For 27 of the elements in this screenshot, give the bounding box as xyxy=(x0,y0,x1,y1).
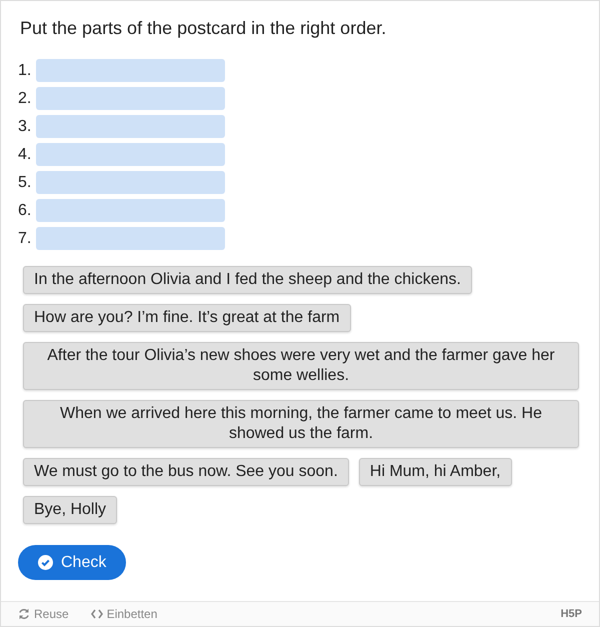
item-number: 4. xyxy=(18,146,32,164)
draggable-text[interactable]: How are you? I’m fine. It’s great at the farm xyxy=(23,304,351,332)
item-number: 7. xyxy=(18,230,32,248)
draggable-text[interactable]: Hi Mum, hi Amber, xyxy=(358,458,512,486)
item-number: 5. xyxy=(18,174,32,192)
draggable-text[interactable]: In the afternoon Olivia and I fed the sheep and the chickens. xyxy=(23,266,472,294)
code-icon xyxy=(90,609,103,619)
drop-zone[interactable] xyxy=(36,59,225,82)
item-number: 2. xyxy=(18,90,32,108)
refresh-icon xyxy=(18,608,30,620)
item-number: 3. xyxy=(18,118,32,136)
draggable-text[interactable]: We must go to the bus now. See you soon. xyxy=(23,458,349,486)
drop-zone[interactable] xyxy=(36,115,225,138)
check-button[interactable]: Check xyxy=(18,545,126,580)
draggable-text[interactable]: Bye, Holly xyxy=(23,496,118,524)
drop-zone[interactable] xyxy=(36,87,225,110)
h5p-logo[interactable]: H5P xyxy=(560,608,582,620)
check-circle-icon xyxy=(38,555,53,570)
drop-zone[interactable] xyxy=(36,143,225,166)
item-number: 1. xyxy=(18,62,32,80)
draggable-text[interactable]: When we arrived here this morning, the farmer came to meet us. He showed us the farm. xyxy=(23,400,579,448)
task-instruction: Put the parts of the postcard in the right order. xyxy=(20,18,388,39)
drop-zone[interactable] xyxy=(36,171,225,194)
drop-zone[interactable] xyxy=(36,199,225,222)
drop-zone[interactable] xyxy=(36,227,225,250)
draggable-text[interactable]: After the tour Olivia’s new shoes were very wet and the farmer gave her some wellies. xyxy=(23,342,579,390)
item-number: 6. xyxy=(18,202,32,220)
